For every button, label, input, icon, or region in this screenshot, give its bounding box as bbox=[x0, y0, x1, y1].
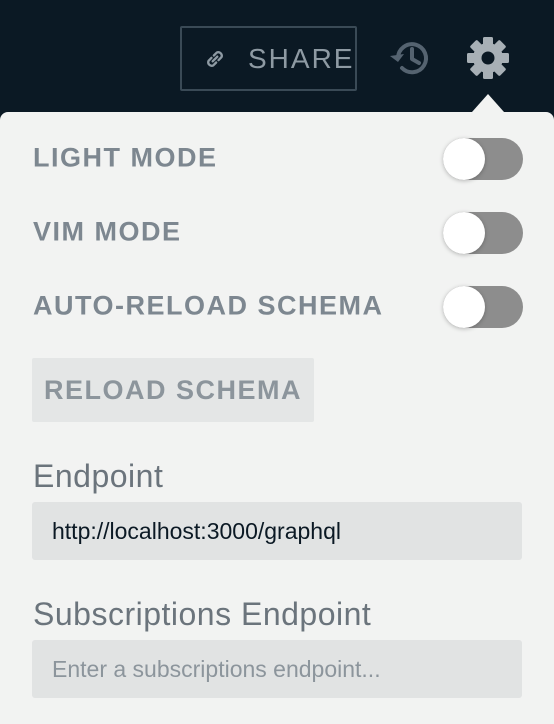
toggle-knob bbox=[443, 138, 485, 180]
subscriptions-endpoint-label: Subscriptions Endpoint bbox=[33, 596, 372, 632]
link-icon bbox=[200, 44, 230, 74]
top-bar: SHARE bbox=[0, 0, 554, 112]
endpoint-label: Endpoint bbox=[33, 458, 164, 494]
setting-light-mode: LIGHT MODE bbox=[33, 136, 523, 180]
vim-mode-label: VIM MODE bbox=[33, 216, 182, 247]
share-button[interactable]: SHARE bbox=[180, 26, 357, 91]
light-mode-label: LIGHT MODE bbox=[33, 142, 218, 173]
auto-reload-schema-label: AUTO-RELOAD SCHEMA bbox=[33, 290, 384, 321]
share-button-label: SHARE bbox=[248, 42, 355, 74]
history-icon bbox=[386, 42, 438, 88]
settings-button[interactable] bbox=[462, 32, 514, 84]
toggle-knob bbox=[443, 212, 485, 254]
subscriptions-endpoint-input[interactable] bbox=[32, 640, 522, 698]
auto-reload-schema-toggle[interactable] bbox=[443, 286, 523, 328]
endpoint-input[interactable] bbox=[32, 502, 522, 560]
popover-caret bbox=[472, 94, 504, 112]
vim-mode-toggle[interactable] bbox=[443, 212, 523, 254]
setting-auto-reload-schema: AUTO-RELOAD SCHEMA bbox=[33, 284, 523, 328]
setting-vim-mode: VIM MODE bbox=[33, 210, 523, 254]
history-button[interactable] bbox=[386, 32, 438, 84]
reload-schema-button[interactable]: RELOAD SCHEMA bbox=[32, 358, 314, 422]
light-mode-toggle[interactable] bbox=[443, 138, 523, 180]
gear-icon bbox=[462, 37, 514, 88]
settings-panel: LIGHT MODE VIM MODE AUTO-RELOAD SCHEMA R… bbox=[0, 112, 554, 724]
toggle-knob bbox=[443, 286, 485, 328]
